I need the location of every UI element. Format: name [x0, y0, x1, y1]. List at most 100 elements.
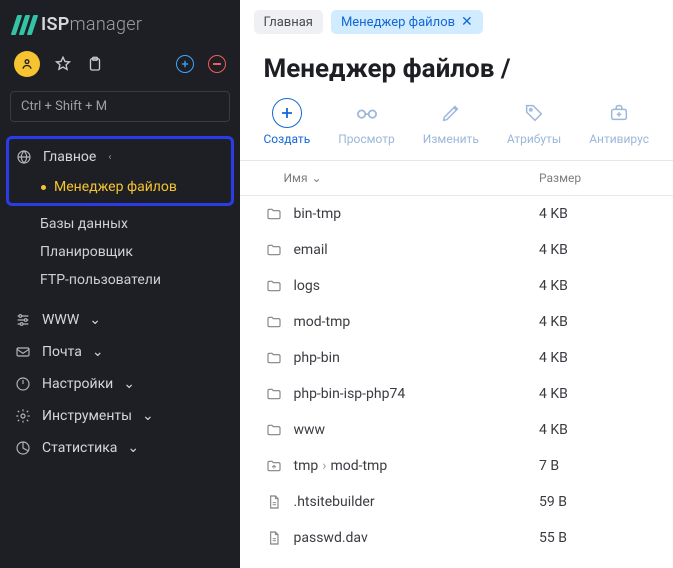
file-size: 4 KB [539, 242, 649, 258]
symlink-icon [264, 458, 284, 474]
file-size: 4 KB [539, 386, 649, 402]
folder-icon [264, 314, 284, 330]
plus-icon [272, 98, 302, 128]
toolbar: Создать Просмотр Изменить Атрибуты Антив… [240, 92, 673, 160]
chevron-down-icon: ⌄ [127, 440, 139, 456]
chevron-left-icon: ‹ [108, 152, 111, 163]
tutorial-highlight: Главное ‹ Менеджер файлов [6, 136, 234, 206]
chevron-down-icon: ⌄ [92, 344, 104, 360]
table-header: Имя ⌄ Размер [240, 161, 673, 196]
tab-home[interactable]: Главная [254, 10, 323, 34]
table-row[interactable]: email4 KB [240, 232, 673, 268]
logo-slashes-icon [14, 15, 35, 35]
file-size: 55 B [539, 530, 649, 546]
nav-sub-main: Базы данных Планировщик FTP-пользователи [10, 210, 230, 294]
file-size: 4 KB [539, 350, 649, 366]
nav-cat-settings[interactable]: Настройки ⌄ [10, 368, 230, 400]
sidebar-nav: Главное ‹ Менеджер файлов Базы данных Пл… [10, 136, 230, 464]
file-icon [264, 494, 284, 510]
active-bullet-icon [41, 185, 46, 190]
pie-icon [14, 440, 32, 456]
table-row[interactable]: .htsitebuilder59 B [240, 484, 673, 520]
table-row[interactable]: mod-tmp4 KB [240, 304, 673, 340]
tag-icon [519, 98, 549, 128]
globe-icon [15, 149, 33, 165]
clipboard-icon[interactable] [86, 55, 104, 73]
folder-icon [264, 278, 284, 294]
file-name: tmp›mod-tmp [294, 458, 540, 474]
file-name: logs [294, 278, 540, 294]
toolbar-view[interactable]: Просмотр [338, 98, 395, 146]
nav-item-ftp-users[interactable]: FTP-пользователи [36, 266, 230, 294]
chevron-down-icon: ⌄ [89, 312, 101, 328]
folder-icon [264, 422, 284, 438]
file-icon [264, 530, 284, 546]
nav-cat-stats[interactable]: Статистика ⌄ [10, 432, 230, 464]
table-row[interactable]: php-bin-isp-php744 KB [240, 376, 673, 412]
command-shortcut[interactable]: Ctrl + Shift + M [10, 91, 230, 122]
file-size: 59 B [539, 494, 649, 510]
toolbar-create[interactable]: Создать [264, 98, 311, 146]
col-size[interactable]: Размер [539, 171, 649, 185]
nav-cat-mail[interactable]: Почта ⌄ [10, 336, 230, 368]
sidebar: ISPmanager Ctrl + Shift + M Главное ‹ [0, 0, 240, 568]
file-name: php-bin-isp-php74 [294, 386, 540, 402]
file-name: bin-tmp [294, 206, 540, 222]
folder-icon [264, 386, 284, 402]
nav-group-main-label: Главное [43, 149, 96, 165]
remove-circle-button[interactable] [208, 55, 226, 73]
nav-item-scheduler[interactable]: Планировщик [36, 238, 230, 266]
nav-cat-tools[interactable]: Инструменты ⌄ [10, 400, 230, 432]
user-avatar-button[interactable] [14, 51, 40, 77]
sliders-icon [14, 312, 32, 328]
favorites-icon[interactable] [54, 55, 72, 73]
folder-icon [264, 206, 284, 222]
brand-text: ISPmanager [41, 14, 142, 35]
chevron-down-icon: ⌄ [312, 171, 322, 185]
pencil-icon [436, 98, 466, 128]
sidebar-util-row [10, 47, 230, 91]
nav-item-file-manager[interactable]: Менеджер файлов [37, 173, 229, 201]
mail-icon [14, 344, 32, 360]
table-row[interactable]: bin-tmp4 KB [240, 196, 673, 232]
glasses-icon [352, 98, 382, 128]
add-circle-button[interactable] [176, 55, 194, 73]
toolbar-attrs[interactable]: Атрибуты [507, 98, 561, 146]
table-row[interactable]: php-bin4 KB [240, 340, 673, 376]
tab-file-manager[interactable]: Менеджер файлов ✕ [331, 10, 483, 34]
gear-icon [14, 408, 32, 424]
chevron-down-icon: ⌄ [142, 408, 154, 424]
file-name: www [294, 422, 540, 438]
file-name: php-bin [294, 350, 540, 366]
file-size: 7 B [539, 458, 649, 474]
file-size: 4 KB [539, 314, 649, 330]
file-name: mod-tmp [294, 314, 540, 330]
table-row[interactable]: www4 KB [240, 412, 673, 448]
col-name[interactable]: Имя ⌄ [264, 171, 540, 185]
nav-cat-www[interactable]: WWW ⌄ [10, 304, 230, 336]
medkit-icon [604, 98, 634, 128]
table-row[interactable]: tmp›mod-tmp7 B [240, 448, 673, 484]
toolbar-edit[interactable]: Изменить [423, 98, 479, 146]
file-name: .htsitebuilder [294, 494, 540, 510]
folder-icon [264, 350, 284, 366]
file-name: passwd.dav [294, 530, 540, 546]
file-table: Имя ⌄ Размер bin-tmp4 KBemail4 KBlogs4 K… [240, 160, 673, 568]
nav-item-databases[interactable]: Базы данных [36, 210, 230, 238]
file-size: 4 KB [539, 278, 649, 294]
nav-group-main[interactable]: Главное ‹ [11, 141, 229, 173]
file-name: email [294, 242, 540, 258]
file-size: 4 KB [539, 422, 649, 438]
chevron-down-icon: ⌄ [123, 376, 135, 392]
file-size: 4 KB [539, 206, 649, 222]
brand-logo[interactable]: ISPmanager [10, 10, 230, 47]
toolbar-antivirus[interactable]: Антивирус [589, 98, 649, 146]
power-icon [14, 376, 32, 392]
close-icon[interactable]: ✕ [461, 14, 473, 30]
main-area: Главная Менеджер файлов ✕ Менеджер файло… [240, 0, 673, 568]
tab-bar: Главная Менеджер файлов ✕ [240, 0, 673, 40]
page-title: Менеджер файлов / [264, 54, 650, 84]
table-row[interactable]: passwd.dav55 B [240, 520, 673, 556]
folder-icon [264, 242, 284, 258]
table-row[interactable]: logs4 KB [240, 268, 673, 304]
